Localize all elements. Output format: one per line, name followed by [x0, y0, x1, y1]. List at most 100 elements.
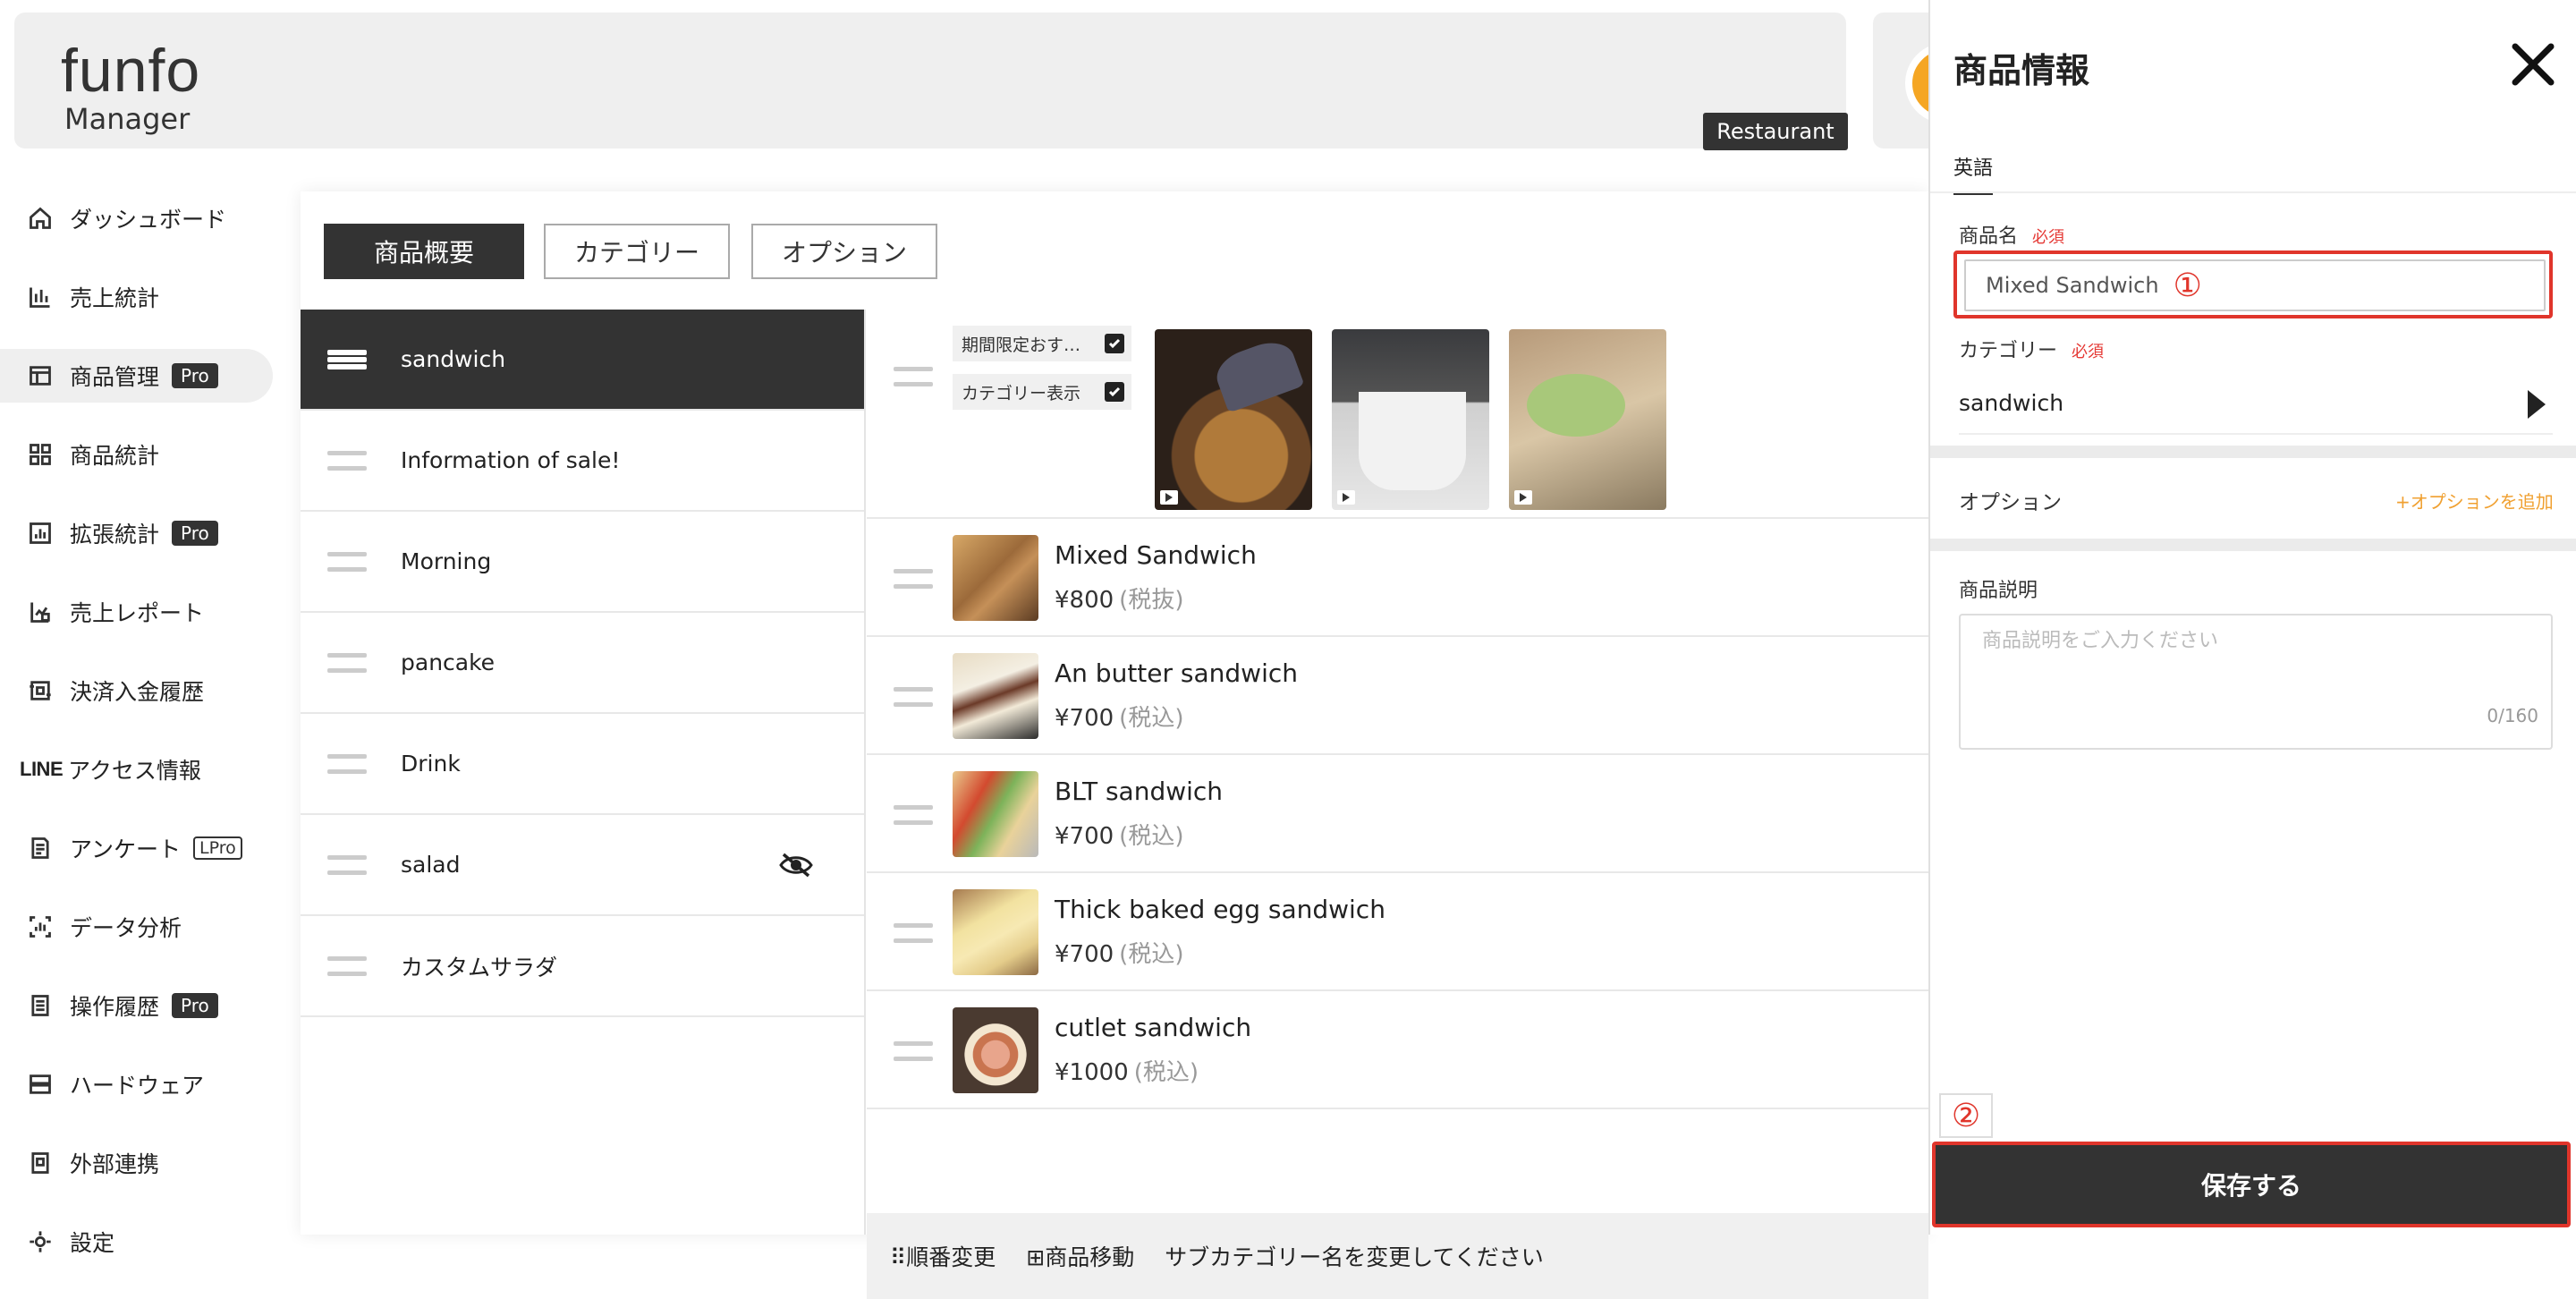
price-value: ¥800 — [1055, 587, 1114, 614]
category-item[interactable]: Drink — [301, 714, 864, 815]
tax-label: (税込) — [1119, 941, 1184, 968]
drag-handle-icon[interactable] — [327, 653, 367, 673]
category-video-thumb[interactable] — [1155, 329, 1312, 510]
drag-handle-icon[interactable] — [327, 956, 367, 976]
pitcher-shape — [1210, 335, 1305, 413]
sidebar-item-label: 売上レポート — [70, 600, 205, 626]
product-row[interactable]: Mixed Sandwich ¥800 (税抜) — [867, 519, 1928, 637]
store-type-badge: Restaurant — [1703, 113, 1848, 150]
category-label: Information of sale! — [401, 447, 621, 473]
show-category-setting[interactable]: カテゴリー表示 — [953, 374, 1131, 410]
drawer-title: 商品情報 — [1953, 51, 2090, 90]
grid-icon — [27, 441, 54, 468]
required-badge: 必須 — [2072, 343, 2105, 361]
category-video-thumb[interactable] — [1332, 329, 1489, 510]
sidebar-item-label: 設定 — [70, 1230, 115, 1256]
show-category-checkbox[interactable] — [1105, 382, 1124, 402]
drag-handle-icon[interactable] — [327, 552, 367, 572]
drag-handle-icon[interactable] — [327, 350, 367, 369]
drag-handle-icon[interactable] — [894, 687, 933, 707]
add-option-link[interactable]: +オプションを追加 — [2395, 488, 2554, 514]
sidebar-item-dashboard[interactable]: ダッシュボード — [0, 191, 273, 245]
sidebar-item-hardware[interactable]: ハードウェア — [0, 1057, 273, 1111]
description-textarea[interactable]: 商品説明をご入力ください 0/160 — [1959, 614, 2553, 750]
marker-1: ① — [2173, 267, 2202, 304]
sidebar-item-sales-report[interactable]: 売上レポート — [0, 585, 273, 639]
required-badge: 必須 — [2032, 228, 2065, 247]
product-name-field[interactable]: Mixed Sandwich ① — [1964, 259, 2546, 311]
drag-handle-icon[interactable] — [894, 805, 933, 825]
drag-handle-icon[interactable] — [327, 754, 367, 774]
drag-handle-icon[interactable] — [894, 923, 933, 943]
sidebar-item-survey[interactable]: アンケート LPro — [0, 821, 273, 875]
move-product-button[interactable]: ⊞商品移動 — [1026, 1240, 1134, 1272]
drag-handle-icon[interactable] — [327, 855, 367, 875]
sidebar-item-access-info[interactable]: LINE アクセス情報 — [0, 743, 273, 796]
play-icon — [1337, 490, 1355, 505]
product-name: Thick baked egg sandwich — [1055, 895, 1385, 924]
sidebar-item-sales-stats[interactable]: 売上統計 — [0, 270, 273, 324]
tax-label: (税込) — [1133, 1059, 1199, 1086]
drag-handle-icon[interactable] — [894, 1041, 933, 1061]
category-item[interactable]: sandwich — [301, 310, 864, 411]
category-item[interactable]: pancake — [301, 613, 864, 714]
sidebar-item-product-stats[interactable]: 商品統計 — [0, 428, 273, 481]
bottom-action-bar: ⠿順番変更 ⊞商品移動 サブカテゴリー名を変更してください — [867, 1213, 1928, 1299]
line-icon: LINE — [20, 758, 64, 780]
price-value: ¥1000 — [1055, 1059, 1129, 1086]
section-divider — [1930, 446, 2576, 458]
account-area[interactable] — [1873, 13, 1936, 149]
category-item[interactable]: Morning — [301, 512, 864, 613]
product-price: ¥700 (税込) — [1055, 700, 1183, 733]
product-row[interactable]: cutlet sandwich ¥1000 (税込) — [867, 991, 1928, 1109]
sidebar-item-payment-history[interactable]: 決済入金履歴 — [0, 664, 273, 717]
log-icon — [27, 992, 54, 1019]
sidebar-item-settings[interactable]: 設定 — [0, 1215, 273, 1269]
drag-handle-icon[interactable] — [327, 451, 367, 471]
category-label: Morning — [401, 548, 492, 574]
close-icon[interactable] — [2508, 39, 2558, 89]
rename-subcategory-button[interactable]: サブカテゴリー名を変更してください — [1165, 1240, 1544, 1272]
sidebar-item-label: ダッシュボード — [70, 207, 227, 233]
sidebar-item-product-management[interactable]: 商品管理 Pro — [0, 349, 273, 403]
reorder-button[interactable]: ⠿順番変更 — [890, 1240, 996, 1272]
sidebar-item-label: 商品管理 — [70, 364, 160, 390]
product-price: ¥700 (税込) — [1055, 818, 1183, 851]
recommend-checkbox[interactable] — [1105, 334, 1124, 353]
category-label: Drink — [401, 751, 461, 777]
category-item[interactable]: salad — [301, 815, 864, 916]
sidebar-item-integration[interactable]: 外部連携 — [0, 1136, 273, 1190]
sidebar: ダッシュボード 売上統計 商品管理 Pro 商品統計 拡張統計 Pro 売上レポ… — [0, 179, 295, 1256]
product-row[interactable]: An butter sandwich ¥700 (税込) — [867, 637, 1928, 755]
sidebar-item-label: 拡張統計 — [70, 522, 160, 548]
product-row[interactable]: BLT sandwich ¥700 (税込) — [867, 755, 1928, 873]
tab-product-overview[interactable]: 商品概要 — [324, 224, 524, 279]
pro-badge: Pro — [172, 363, 218, 388]
payment-history-icon — [27, 677, 54, 704]
sidebar-item-label: アンケート — [70, 836, 182, 862]
chevron-right-icon[interactable] — [2528, 390, 2546, 419]
report-icon — [27, 599, 54, 625]
hidden-eye-icon[interactable] — [778, 851, 814, 879]
save-button[interactable]: 保存する — [1941, 1150, 2562, 1218]
drag-handle-icon[interactable] — [894, 569, 933, 589]
category-select[interactable]: sandwich — [1959, 390, 2063, 416]
category-item[interactable]: カスタムサラダ — [301, 916, 864, 1017]
category-item[interactable]: Information of sale! — [301, 411, 864, 512]
tab-option[interactable]: オプション — [751, 224, 937, 279]
tab-english[interactable]: 英語 — [1953, 152, 1994, 195]
logo-subtitle: Manager — [64, 102, 191, 136]
category-video-thumb[interactable] — [1509, 329, 1666, 510]
sidebar-item-extended-stats[interactable]: 拡張統計 Pro — [0, 506, 273, 560]
sidebar-item-operation-log[interactable]: 操作履歴 Pro — [0, 979, 273, 1032]
product-name-label: 商品名 必須 — [1959, 220, 2064, 249]
product-row[interactable]: Thick baked egg sandwich ¥700 (税込) — [867, 873, 1928, 991]
lpro-badge: LPro — [193, 836, 242, 860]
sidebar-item-data-analysis[interactable]: データ分析 — [0, 900, 273, 954]
pro-badge: Pro — [172, 993, 218, 1018]
tab-category[interactable]: カテゴリー — [544, 224, 730, 279]
tab-divider — [1930, 191, 2576, 193]
drag-handle-icon[interactable] — [894, 367, 933, 386]
analysis-icon — [27, 913, 54, 940]
recommend-setting[interactable]: 期間限定おす… — [953, 326, 1131, 361]
